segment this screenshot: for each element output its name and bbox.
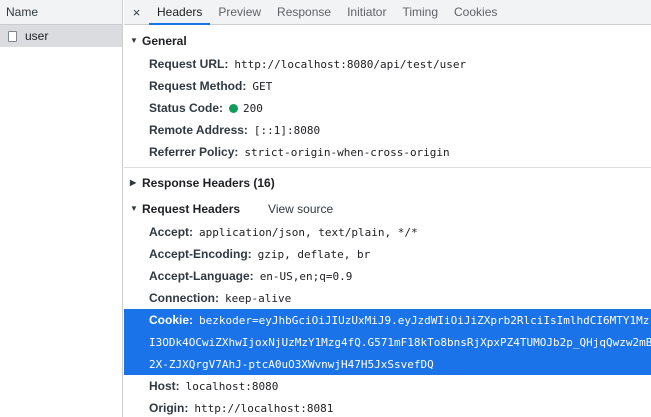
header-key: Remote Address: [149,123,248,137]
status-code-row: Status Code: 200 [124,97,651,119]
header-value: en-US,en;q=0.9 [259,269,353,283]
accept-language-row: Accept-Language: en-US,en;q=0.9 [124,265,651,287]
tab-cookies[interactable]: Cookies [446,0,505,24]
header-value: bezkoder=eyJhbGciOiJIUzUxMiJ9.eyJzdWIiOi… [199,313,650,327]
document-icon [8,30,17,42]
tab-response[interactable]: Response [269,0,339,24]
header-key: Status Code: [149,101,224,115]
header-value: GET [252,79,273,93]
origin-row: Origin: http://localhost:8081 [124,397,651,417]
header-key: Cookie: [149,313,194,327]
status-ok-icon [229,103,239,113]
triangle-right-icon: ▶ [130,178,137,187]
header-key: Referrer Policy: [149,145,239,159]
connection-row: Connection: keep-alive [124,287,651,309]
header-key: Connection: [149,291,219,305]
request-method-row: Request Method: GET [124,75,651,97]
triangle-down-icon: ▼ [130,36,138,45]
triangle-down-icon: ▼ [130,204,138,213]
detail-tabbar: × Headers Preview Response Initiator Tim… [124,0,651,25]
header-value: application/json, text/plain, */* [199,225,418,239]
header-value: http://localhost:8081 [194,401,334,415]
request-url-row: Request URL: http://localhost:8080/api/t… [124,53,651,75]
header-key: Host: [149,379,180,393]
header-value: strict-origin-when-cross-origin [244,145,450,159]
request-headers-section-header[interactable]: ▼ Request Headers View source [124,196,651,221]
general-section-header[interactable]: ▼ General [124,28,651,53]
request-name: user [25,29,49,43]
header-value-continued: I3ODk4OCwiZXhwIjoxNjUzMzY1Mzg4fQ.G571mF1… [149,335,651,349]
request-headers-title: Request Headers [142,201,241,216]
accept-encoding-row: Accept-Encoding: gzip, deflate, br [124,243,651,265]
header-key: Accept-Language: [149,269,254,283]
cookie-line-1: Cookie: bezkoder=eyJhbGciOiJIUzUxMiJ9.ey… [124,309,651,331]
tab-preview[interactable]: Preview [210,0,269,24]
cookie-line-3: 2X-ZJXQrgV7AhJ-ptcA0uO3XWvnwjH47H5JxSsve… [124,353,651,375]
request-details-panel: × Headers Preview Response Initiator Tim… [124,0,651,417]
header-value: http://localhost:8080/api/test/user [234,57,467,71]
cookie-line-2: I3ODk4OCwiZXhwIjoxNjUzMzY1Mzg4fQ.G571mF1… [124,331,651,353]
response-headers-section-header[interactable]: ▶ Response Headers (16) [124,170,651,195]
request-list: Name user [0,0,123,417]
header-value: gzip, deflate, br [257,247,371,261]
remote-address-row: Remote Address: [::1]:8080 [124,119,651,141]
host-row: Host: localhost:8080 [124,375,651,397]
header-key: Request Method: [149,79,247,93]
view-source-link[interactable]: View source [268,202,333,216]
header-value: keep-alive [225,291,292,305]
header-value: localhost:8080 [185,379,279,393]
general-title: General [142,33,187,48]
close-icon[interactable]: × [124,0,149,24]
header-key: Accept: [149,225,194,239]
tab-timing[interactable]: Timing [394,0,446,24]
tab-initiator[interactable]: Initiator [339,0,394,24]
tab-headers[interactable]: Headers [149,0,211,25]
request-row-user[interactable]: user [0,25,122,47]
header-value-continued: 2X-ZJXQrgV7AhJ-ptcA0uO3XWvnwjH47H5JxSsve… [149,357,434,371]
referrer-policy-row: Referrer Policy: strict-origin-when-cros… [124,141,651,163]
header-key: Origin: [149,401,189,415]
cookie-header-selected[interactable]: Cookie: bezkoder=eyJhbGciOiJIUzUxMiJ9.ey… [124,309,651,375]
response-headers-title: Response Headers (16) [142,175,275,190]
header-value: 200 [243,101,263,115]
header-key: Accept-Encoding: [149,247,252,261]
header-key: Request URL: [149,57,229,71]
name-column-header[interactable]: Name [0,0,122,25]
header-value: [::1]:8080 [253,123,321,137]
accept-row: Accept: application/json, text/plain, */… [124,221,651,243]
